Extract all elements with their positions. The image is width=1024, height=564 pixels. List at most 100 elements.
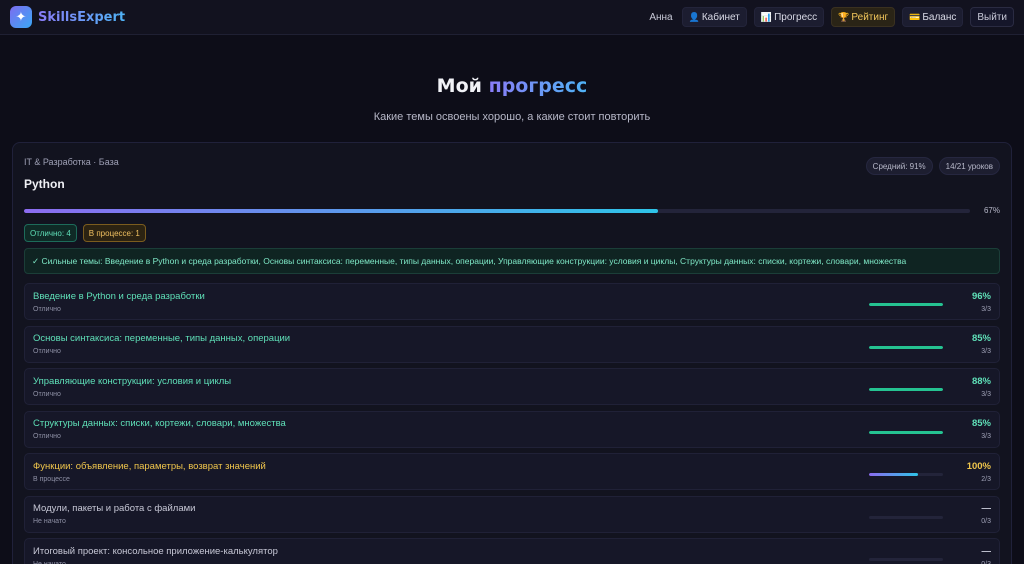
topic-progress-fill (869, 303, 943, 306)
course-progress-track (24, 208, 970, 213)
nav-rating-label: Рейтинг (851, 11, 889, 23)
topic-info: Структуры данных: списки, кортежи, слова… (33, 418, 869, 440)
topic-progress-fill (869, 345, 943, 349)
topic-row[interactable]: Функции: объявление, параметры, возврат … (24, 453, 1000, 490)
topic-name: Модули, пакеты и работа с файлами (33, 503, 196, 514)
topic-score: 100% (966, 460, 991, 472)
topic-lesson-count: 3/3 (981, 433, 991, 440)
topic-score: 85% (971, 333, 991, 344)
topic-stats: — 0/3 (961, 546, 991, 564)
status-badges: Отлично: 4 В процессе: 1 (24, 224, 1000, 242)
user-name: Анна (649, 11, 673, 23)
topic-progress-fill (869, 388, 943, 391)
topic-stats: 88% 3/3 (961, 376, 991, 398)
page-title: Мой прогресс (0, 75, 1024, 97)
page-subtitle: Какие темы освоены хорошо, а какие стоит… (373, 111, 651, 123)
topic-lesson-count: 3/3 (981, 348, 991, 355)
nav-balance-button[interactable]: 💳 Баланс (902, 7, 964, 27)
page-title-accent: прогресс (488, 75, 588, 97)
page-title-main: Мой (436, 75, 482, 97)
topic-row[interactable]: Введение в Python и среда разработки Отли… (24, 283, 1000, 320)
topic-row[interactable]: Итоговый проект: консольное приложение-к… (24, 538, 1000, 564)
logout-button[interactable]: Выйти (970, 7, 1014, 27)
topic-lesson-count: 0/3 (981, 518, 991, 525)
excellent-count-badge: Отлично: 4 (24, 224, 77, 242)
topic-row[interactable]: Управляющие конструкции: условия и циклы… (24, 368, 1000, 405)
topic-name: Структуры данных: списки, кортежи, слова… (33, 418, 286, 429)
topic-row[interactable]: Структуры данных: списки, кортежи, слова… (24, 410, 1000, 448)
brand-name: SkillsExpert (38, 9, 126, 25)
topic-status: Не начато (33, 560, 66, 564)
topic-status: Отлично (33, 390, 61, 398)
in-progress-count-badge: В процессе: 1 (82, 224, 146, 242)
topic-score: 88% (971, 375, 991, 387)
topic-name: Функции: объявление, параметры, возврат … (33, 460, 266, 472)
breadcrumb: IT & Разработка · База (24, 157, 119, 167)
topic-name: Управляющие конструкции: условия и циклы (33, 375, 232, 387)
topic-list: Введение в Python и среда разработки Отли… (24, 283, 1000, 564)
topic-progress-track (869, 303, 943, 306)
lessons-pill: 14/21 уроков (938, 157, 1000, 175)
strong-topics-banner: ✓ Сильные темы: Введение в Python и сред… (24, 248, 1000, 274)
logout-label: Выйти (977, 11, 1007, 23)
topic-progress-track (869, 515, 943, 519)
topic-progress-track (869, 345, 943, 349)
course-progress-fill (24, 208, 658, 213)
topic-score: — (981, 545, 992, 557)
topic-stats: — 0/3 (961, 503, 991, 525)
average-pill: Средний: 91% (865, 157, 933, 175)
top-bar: ✦ SkillsExpert Анна 👤 Кабинет 📊 Прогресс… (0, 0, 1024, 35)
hero: Мой прогресс Какие темы освоены хорошо, … (0, 35, 1024, 123)
topic-progress-track (869, 430, 943, 434)
course-progress-label: 67% (983, 206, 1000, 215)
course-progress: 67% (24, 206, 1000, 215)
topic-status: Отлично (33, 433, 61, 440)
nav-progress-button[interactable]: 📊 Прогресс (753, 7, 825, 27)
topic-lesson-count: 3/3 (981, 305, 991, 313)
course-card-header: IT & Разработка · База Python Средний: 9… (24, 157, 1000, 191)
trophy-icon: 🏆 (838, 11, 850, 22)
topic-name: Введение в Python и среда разработки (33, 290, 205, 302)
topic-lesson-count: 2/3 (981, 475, 991, 483)
topic-progress-track (869, 473, 943, 476)
topic-status: Отлично (33, 305, 61, 313)
topic-progress-fill (869, 473, 919, 476)
card-icon: 💳 (909, 11, 921, 22)
topic-info: Управляющие конструкции: условия и циклы… (33, 376, 869, 398)
topic-info: Модули, пакеты и работа с файлами Не нача… (33, 503, 869, 525)
topic-info: Итоговый проект: консольное приложение-к… (33, 546, 869, 564)
topic-stats: 85% 3/3 (961, 418, 991, 440)
user-icon: 👤 (688, 11, 700, 22)
topic-progress-fill (869, 430, 943, 434)
topic-stats: 100% 2/3 (961, 461, 991, 483)
topic-status: Не начато (33, 518, 66, 525)
topic-row[interactable]: Модули, пакеты и работа с файлами Не нача… (24, 495, 1000, 533)
topic-status: В процессе (33, 475, 70, 483)
topic-status: Отлично (33, 348, 61, 355)
topic-lesson-count: 0/3 (981, 560, 991, 564)
nav-rating-button[interactable]: 🏆 Рейтинг (831, 7, 896, 27)
topic-name: Основы синтаксиса: переменные, типы данн… (33, 333, 291, 344)
course-title: Python (24, 177, 65, 191)
topic-stats: 85% 3/3 (961, 333, 991, 355)
chart-icon: 📊 (760, 11, 773, 22)
sparkle-icon: ✦ (10, 6, 32, 28)
topic-progress-track (869, 388, 943, 391)
topic-progress-track (869, 558, 943, 561)
topic-name: Итоговый проект: консольное приложение-к… (33, 545, 278, 557)
brand[interactable]: ✦ SkillsExpert (10, 6, 125, 28)
nav-cabinet-button[interactable]: 👤 Кабинет (681, 7, 747, 27)
topic-lesson-count: 3/3 (981, 390, 991, 398)
topic-info: Введение в Python и среда разработки Отли… (33, 291, 869, 313)
nav-balance-label: Баланс (922, 11, 957, 23)
topic-row[interactable]: Основы синтаксиса: переменные, типы данн… (24, 325, 1000, 363)
nav-cabinet-label: Кабинет (701, 11, 740, 23)
topic-info: Функции: объявление, параметры, возврат … (33, 461, 869, 483)
topic-info: Основы синтаксиса: переменные, типы данн… (33, 333, 869, 355)
topic-stats: 96% 3/3 (961, 291, 991, 313)
topic-score: — (981, 503, 992, 514)
nav-progress-label: Прогресс (774, 11, 818, 23)
topic-score: 85% (971, 418, 991, 429)
course-card: IT & Разработка · База Python Средний: 9… (12, 142, 1012, 564)
main-nav: Анна 👤 Кабинет 📊 Прогресс 🏆 Рейтинг 💳 Ба… (649, 7, 1014, 27)
